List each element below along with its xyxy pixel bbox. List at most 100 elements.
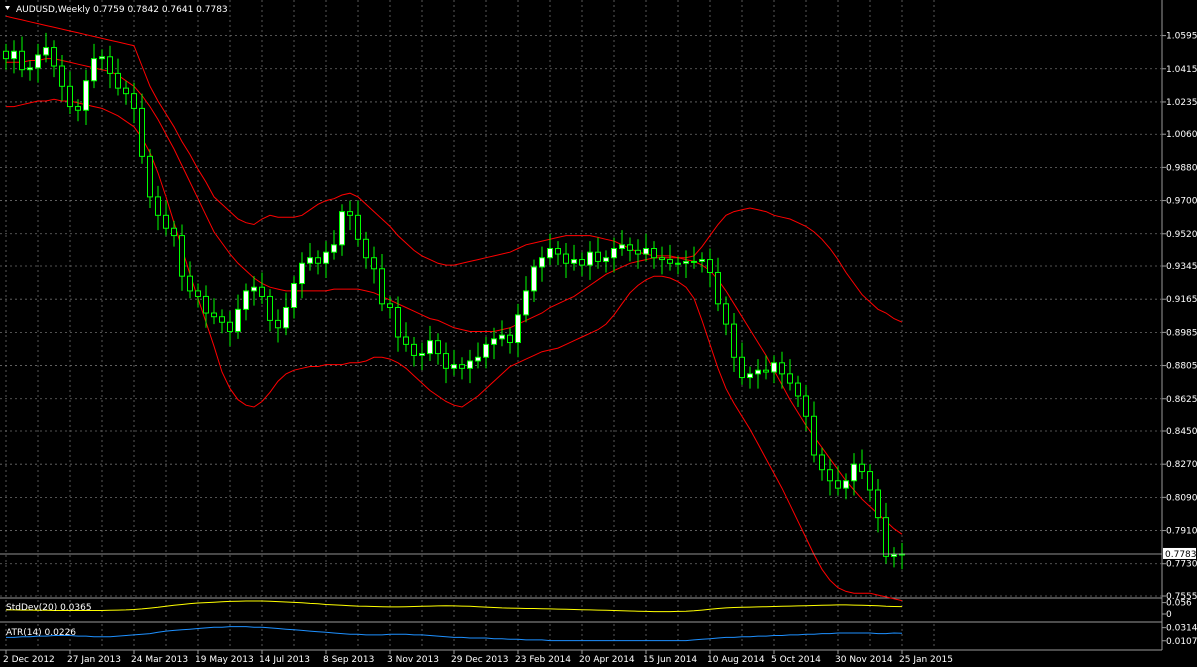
candle[interactable] [3, 43, 9, 70]
candle[interactable] [155, 185, 161, 231]
candle[interactable] [571, 244, 577, 271]
candle[interactable] [451, 349, 457, 376]
candle[interactable] [363, 231, 369, 269]
candle[interactable] [675, 255, 681, 275]
candle[interactable] [731, 313, 737, 373]
candle[interactable] [35, 43, 41, 83]
candle[interactable] [203, 285, 209, 328]
candle[interactable] [875, 478, 881, 533]
candle[interactable] [555, 241, 561, 266]
candle-body-bear [259, 286, 265, 297]
candle[interactable] [627, 237, 633, 262]
candle[interactable] [211, 298, 217, 325]
candle[interactable] [27, 60, 33, 81]
candle[interactable] [859, 449, 865, 479]
candle[interactable] [611, 237, 617, 273]
candle[interactable] [115, 58, 121, 96]
candle[interactable] [163, 200, 169, 236]
candle[interactable] [291, 276, 297, 319]
candle[interactable] [603, 250, 609, 273]
candle[interactable] [659, 246, 665, 275]
candle[interactable] [803, 384, 809, 432]
candle[interactable] [251, 276, 257, 306]
candle[interactable] [139, 93, 145, 164]
candle[interactable] [19, 36, 25, 78]
candle[interactable] [347, 200, 353, 231]
candle[interactable] [67, 71, 73, 114]
candle[interactable] [91, 43, 97, 89]
candle[interactable] [227, 311, 233, 347]
candle[interactable] [795, 375, 801, 408]
candle[interactable] [427, 325, 433, 361]
candle[interactable] [891, 547, 897, 568]
candle[interactable] [483, 336, 489, 369]
candle[interactable] [523, 276, 529, 323]
candle-body-bull [339, 211, 345, 246]
candle[interactable] [563, 242, 569, 279]
candle[interactable] [651, 241, 657, 269]
candle[interactable] [187, 261, 193, 299]
candle[interactable] [499, 320, 505, 347]
candle[interactable] [899, 542, 905, 570]
candle[interactable] [579, 252, 585, 277]
candle[interactable] [307, 242, 313, 271]
candle[interactable] [699, 252, 705, 273]
candle[interactable] [635, 239, 641, 269]
candle[interactable] [99, 49, 105, 70]
candle[interactable] [443, 342, 449, 384]
candle[interactable] [355, 200, 361, 247]
candle[interactable] [779, 351, 785, 389]
candle[interactable] [275, 309, 281, 343]
candle-body-bear [739, 356, 745, 379]
candle[interactable] [467, 349, 473, 384]
candle[interactable] [411, 336, 417, 367]
candle[interactable] [683, 250, 689, 279]
candle[interactable] [43, 32, 49, 63]
candle[interactable] [739, 342, 745, 385]
candle[interactable] [403, 322, 409, 352]
candle[interactable] [851, 453, 857, 496]
candle[interactable] [179, 224, 185, 291]
candle[interactable] [147, 148, 153, 208]
candle[interactable] [539, 246, 545, 282]
candle[interactable] [435, 333, 441, 365]
candle[interactable] [315, 250, 321, 275]
candle[interactable] [707, 248, 713, 288]
candle[interactable] [371, 246, 377, 284]
candle[interactable] [835, 466, 841, 496]
candle[interactable] [339, 204, 345, 256]
candle[interactable] [819, 447, 825, 481]
candle[interactable] [267, 289, 273, 332]
candle[interactable] [171, 220, 177, 247]
candle[interactable] [507, 327, 513, 354]
candle[interactable] [723, 296, 729, 336]
candle[interactable] [83, 69, 89, 125]
candle[interactable] [755, 359, 761, 389]
candle[interactable] [219, 309, 225, 334]
candle[interactable] [59, 54, 65, 102]
candle[interactable] [595, 237, 601, 269]
candle[interactable] [515, 303, 521, 358]
candle[interactable] [747, 366, 753, 389]
candle[interactable] [691, 246, 697, 269]
candle[interactable] [419, 342, 425, 371]
candle[interactable] [323, 241, 329, 279]
candle[interactable] [123, 80, 129, 105]
candle[interactable] [51, 40, 57, 78]
candle[interactable] [283, 292, 289, 336]
candle[interactable] [475, 342, 481, 369]
price-chart[interactable]: 0.0560 0.0314 0.0107 0.7783 1.0595 1.0415 1.… [0, 0, 1197, 667]
candle[interactable] [883, 502, 889, 564]
candle[interactable] [587, 241, 593, 280]
candle[interactable] [771, 355, 777, 384]
candle[interactable] [843, 473, 849, 500]
candle[interactable] [331, 230, 337, 260]
candle[interactable] [643, 233, 649, 262]
candle[interactable] [243, 283, 249, 321]
candle[interactable] [867, 464, 873, 502]
candle[interactable] [459, 357, 465, 380]
candle[interactable] [811, 401, 817, 463]
candle[interactable] [787, 359, 793, 391]
candle[interactable] [107, 45, 113, 89]
candle[interactable] [379, 254, 385, 312]
